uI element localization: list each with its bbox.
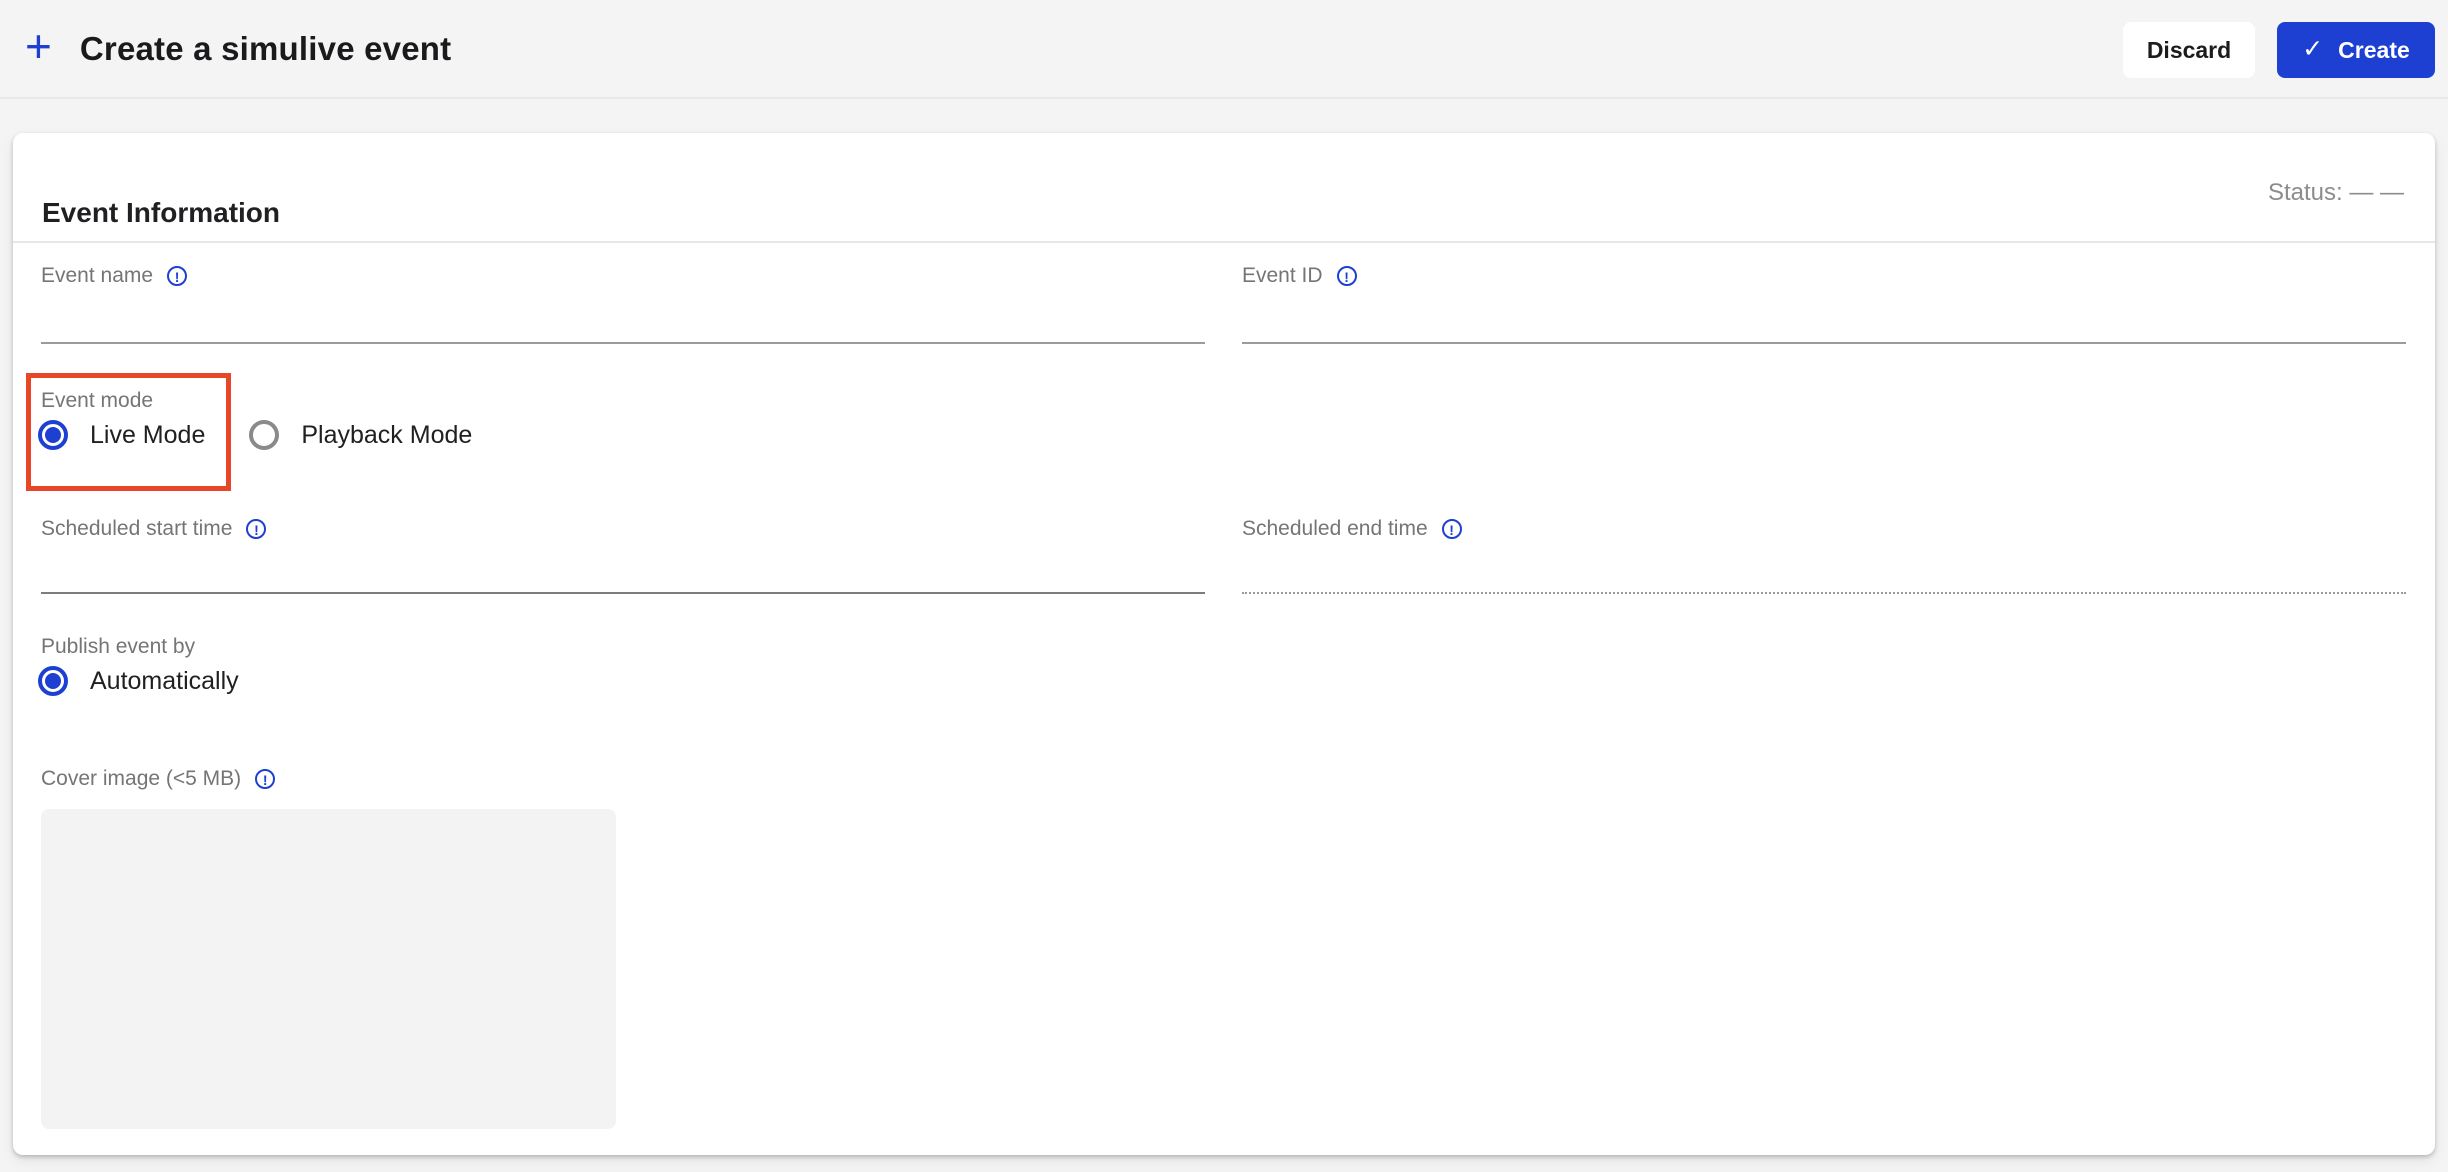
event-name-label-group: Event name ! <box>41 264 188 288</box>
cover-image-label-group: Cover image (<5 MB) ! <box>41 767 276 791</box>
publish-by-label: Publish event by <box>41 635 196 658</box>
status-text: Status: — — <box>2267 179 2404 206</box>
info-icon[interactable]: ! <box>167 266 188 286</box>
cover-image-label: Cover image (<5 MB) <box>41 767 242 790</box>
scheduled-end-input <box>1242 548 2406 594</box>
scheduled-start-label-group: Scheduled start time ! <box>41 517 267 541</box>
radio-dot <box>45 673 61 689</box>
automatically-radio[interactable] <box>38 666 68 696</box>
scheduled-end-label: Scheduled end time <box>1242 517 1428 540</box>
check-icon: ✓ <box>2302 34 2324 63</box>
radio-dot <box>45 427 61 443</box>
info-icon[interactable]: ! <box>1336 266 1357 286</box>
info-icon[interactable]: ! <box>255 769 276 789</box>
live-mode-radio-label[interactable]: Live Mode <box>90 421 205 450</box>
info-icon[interactable]: ! <box>1441 519 1462 539</box>
info-icon[interactable]: ! <box>246 519 267 539</box>
create-button[interactable]: ✓ Create <box>2277 22 2435 78</box>
playback-mode-radio-label[interactable]: Playback Mode <box>301 421 472 450</box>
scheduled-end-label-group: Scheduled end time ! <box>1242 517 1462 541</box>
automatically-radio-label[interactable]: Automatically <box>90 667 239 696</box>
create-button-label: Create <box>2338 36 2410 63</box>
playback-mode-radio[interactable] <box>249 420 280 450</box>
event-id-label-group: Event ID ! <box>1242 264 1357 288</box>
event-information-card: Event Information Status: — — Event name… <box>13 133 2435 1155</box>
event-mode-radio-group: Live Mode Playback Mode <box>38 420 472 450</box>
event-mode-label: Event mode <box>41 389 154 412</box>
publish-by-radio-group: Automatically <box>38 666 239 696</box>
event-name-input[interactable] <box>41 298 1205 344</box>
top-bar: + Create a simulive event Discard ✓ Crea… <box>0 0 2448 99</box>
scheduled-start-label: Scheduled start time <box>41 517 233 540</box>
cover-image-placeholder[interactable] <box>41 809 616 1129</box>
discard-button[interactable]: Discard <box>2123 22 2255 78</box>
event-id-input[interactable] <box>1242 298 2406 344</box>
page-header-group: + Create a simulive event <box>25 0 451 97</box>
page-title: Create a simulive event <box>79 29 452 67</box>
plus-icon: + <box>25 20 52 72</box>
event-id-label: Event ID <box>1242 264 1323 287</box>
card-divider <box>13 241 2435 243</box>
live-mode-radio[interactable] <box>38 420 68 450</box>
scheduled-start-input[interactable] <box>41 548 1205 594</box>
event-name-label: Event name <box>41 264 154 287</box>
card-title: Event Information <box>42 197 281 229</box>
